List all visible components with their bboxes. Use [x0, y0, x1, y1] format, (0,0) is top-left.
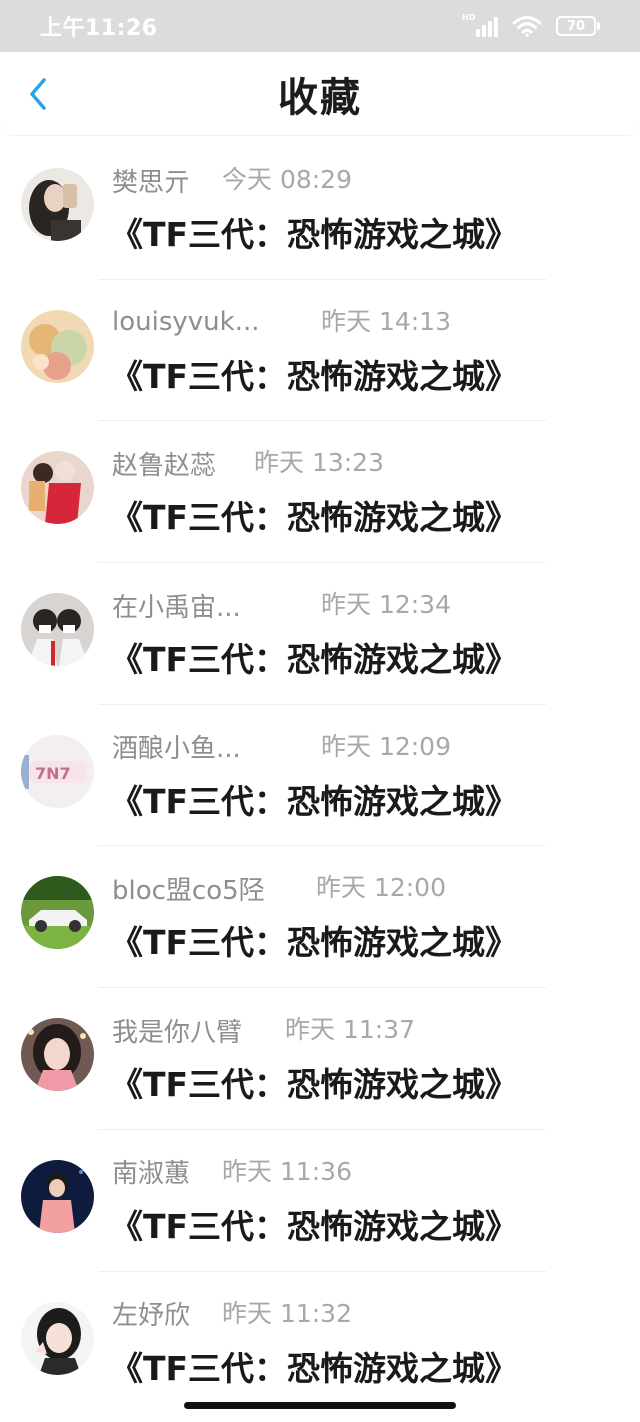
post-title[interactable]: 《TF三代：恐怖游戏之城》	[110, 633, 518, 681]
timestamp: 昨天 12:00	[316, 873, 446, 903]
list-item[interactable]: 樊思亓 今天 08:29 《TF三代：恐怖游戏之城》	[0, 138, 640, 280]
post-title[interactable]: 《TF三代：恐怖游戏之城》	[110, 1342, 518, 1390]
list-item[interactable]: 在小禹宙... 昨天 12:34 《TF三代：恐怖游戏之城》	[0, 563, 640, 705]
post-title[interactable]: 《TF三代：恐怖游戏之城》	[110, 491, 518, 539]
home-indicator[interactable]	[184, 1402, 456, 1409]
list-item[interactable]: 我是你八臂 昨天 11:37 《TF三代：恐怖游戏之城》	[0, 988, 640, 1130]
hd-label: HD	[462, 13, 476, 22]
battery-level: 70	[556, 16, 596, 36]
signal-icon: HD	[462, 13, 498, 37]
favorites-list: 樊思亓 今天 08:29 《TF三代：恐怖游戏之城》 louisyvuk... …	[0, 138, 640, 1413]
avatar[interactable]	[21, 309, 94, 383]
list-item[interactable]: 赵鲁赵蕊 昨天 13:23 《TF三代：恐怖游戏之城》	[0, 421, 640, 564]
timestamp: 今天 08:29	[222, 165, 352, 194]
wifi-icon	[512, 16, 542, 37]
avatar[interactable]	[21, 593, 94, 667]
list-item[interactable]: 南淑蕙 昨天 11:36 《TF三代：恐怖游戏之城》	[0, 1130, 640, 1272]
author-name[interactable]: 我是你八臂	[112, 1012, 242, 1049]
post-title[interactable]: 《TF三代：恐怖游戏之城》	[110, 208, 518, 256]
author-name[interactable]: 赵鲁赵蕊	[112, 445, 216, 482]
avatar[interactable]	[21, 1301, 94, 1375]
author-name[interactable]: 左妤欣	[112, 1295, 190, 1332]
avatar[interactable]	[21, 1018, 94, 1092]
list-item[interactable]: 左妤欣 昨天 11:32 《TF三代：恐怖游戏之城》	[0, 1272, 640, 1414]
back-button[interactable]	[18, 74, 58, 114]
post-title[interactable]: 《TF三代：恐怖游戏之城》	[110, 775, 518, 823]
avatar[interactable]: 7N7	[21, 734, 94, 808]
post-title[interactable]: 《TF三代：恐怖游戏之城》	[110, 1058, 518, 1106]
timestamp: 昨天 11:32	[222, 1298, 352, 1328]
avatar[interactable]	[21, 1159, 94, 1233]
author-name[interactable]: 樊思亓	[112, 162, 190, 199]
page-title: 收藏	[278, 74, 362, 121]
avatar[interactable]	[21, 876, 94, 950]
battery-icon: 70	[556, 16, 600, 36]
post-title[interactable]: 《TF三代：恐怖游戏之城》	[110, 350, 518, 398]
author-name[interactable]: 南淑蕙	[112, 1153, 190, 1190]
post-title[interactable]: 《TF三代：恐怖游戏之城》	[110, 916, 518, 964]
author-name[interactable]: bloc盟co5陉	[112, 870, 265, 907]
author-name[interactable]: 在小禹宙...	[112, 587, 241, 624]
list-item[interactable]: louisyvuk... 昨天 14:13 《TF三代：恐怖游戏之城》	[0, 280, 640, 422]
timestamp: 昨天 14:13	[321, 306, 451, 336]
post-title[interactable]: 《TF三代：恐怖游戏之城》	[110, 1200, 518, 1248]
timestamp: 昨天 11:36	[222, 1156, 352, 1186]
author-name[interactable]: louisyvuk...	[112, 307, 259, 337]
header: 收藏	[0, 52, 640, 136]
status-bar: 上午11:26 HD 70	[0, 0, 640, 52]
list-item[interactable]: 7N7 酒酿小鱼... 昨天 12:09 《TF三代：恐怖游戏之城》	[0, 705, 640, 847]
author-name[interactable]: 酒酿小鱼...	[112, 728, 241, 765]
status-icons: HD 70	[462, 13, 600, 37]
timestamp: 昨天 12:34	[321, 590, 451, 620]
avatar[interactable]	[21, 168, 94, 241]
timestamp: 昨天 11:37	[285, 1015, 415, 1045]
status-time: 上午11:26	[40, 16, 158, 41]
list-item[interactable]: bloc盟co5陉 昨天 12:00 《TF三代：恐怖游戏之城》	[0, 846, 640, 989]
chevron-left-icon	[30, 78, 46, 110]
avatar[interactable]	[21, 451, 94, 525]
svg-text:7N7: 7N7	[35, 764, 71, 783]
timestamp: 昨天 12:09	[321, 731, 451, 761]
timestamp: 昨天 13:23	[254, 448, 384, 478]
